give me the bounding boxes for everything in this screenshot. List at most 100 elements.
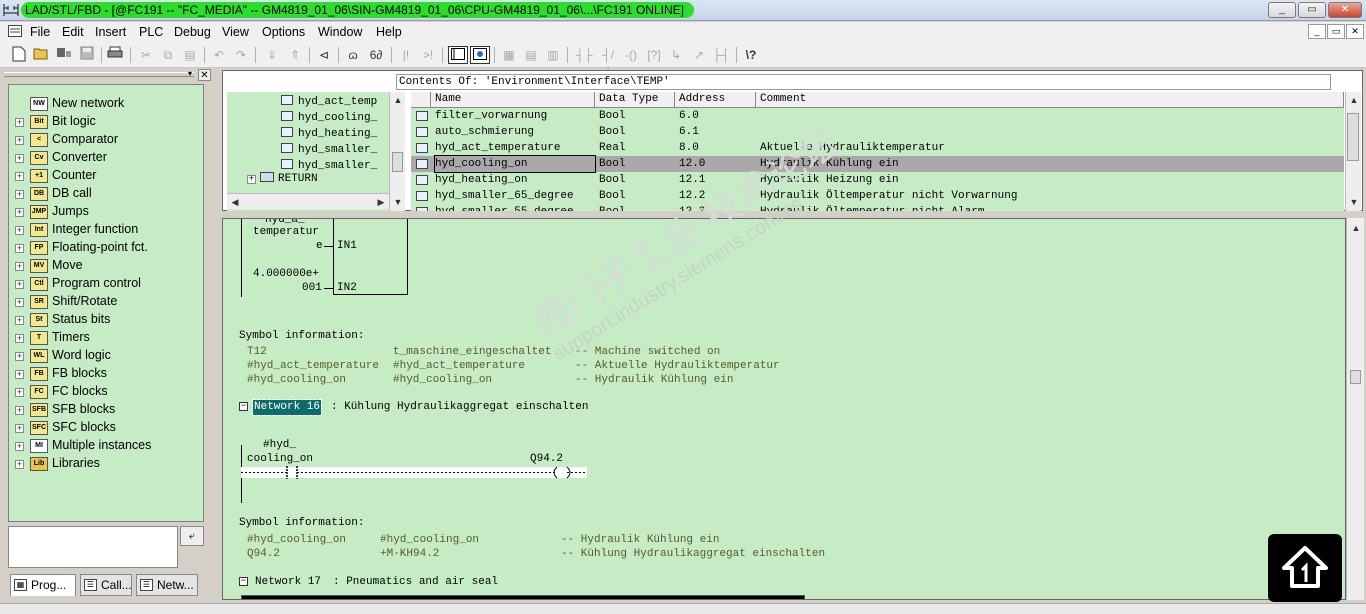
monitor-icon[interactable]: 6∂ — [366, 46, 386, 64]
empty-box-icon[interactable]: [?] — [644, 46, 664, 64]
cell-name[interactable]: filter_vorwarnung — [435, 108, 547, 124]
table-row[interactable]: hyd_smaller_55_degreeBool12.3Hydraulik Ö… — [411, 204, 1344, 211]
tree-item[interactable]: hyd_act_temp — [281, 94, 377, 110]
table-row[interactable]: filter_vorwarnung Bool 6.0 — [411, 108, 1344, 124]
column-header-comment[interactable]: Comment — [756, 92, 1344, 108]
download-icon[interactable]: ⇓ — [262, 46, 282, 64]
minimize-button[interactable]: _ — [1268, 2, 1296, 18]
menu-debug[interactable]: Debug — [174, 24, 211, 40]
cell-type[interactable]: Bool — [599, 156, 625, 172]
cell-address[interactable]: 6.0 — [679, 108, 699, 124]
expand-icon[interactable]: + — [15, 334, 24, 343]
scroll-up-icon[interactable]: ▲ — [390, 92, 406, 108]
coil-icon[interactable]: -() — [621, 46, 641, 64]
scroll-down-icon[interactable]: ▼ — [1346, 194, 1362, 210]
catalog-item[interactable]: + Cv Converter — [13, 149, 201, 167]
catalog-item[interactable]: + FB FB blocks — [13, 365, 201, 383]
cell-type[interactable]: Bool — [599, 124, 625, 140]
expand-icon[interactable]: + — [15, 172, 24, 181]
scroll-right-icon[interactable]: ▶ — [373, 194, 389, 210]
menu-insert[interactable]: Insert — [95, 24, 126, 40]
overview-icon[interactable] — [448, 46, 468, 64]
program-elements-icon[interactable] — [470, 46, 490, 64]
expand-icon[interactable]: + — [15, 352, 24, 361]
scroll-thumb[interactable] — [1350, 370, 1361, 384]
help-icon[interactable]: \? — [741, 46, 761, 64]
column-header-data-type[interactable]: Data Type — [595, 92, 675, 108]
menu-options[interactable]: Options — [262, 24, 305, 40]
expand-icon[interactable]: + — [15, 280, 24, 289]
open-icon[interactable] — [31, 46, 51, 64]
menu-view[interactable]: View — [222, 24, 249, 40]
open-branch-down-icon[interactable]: ↳ — [666, 46, 686, 64]
cell-type[interactable]: Bool — [599, 108, 625, 124]
table-row[interactable]: hyd_smaller_65_degree Bool 12.2 Hydraulik Ö… — [411, 188, 1344, 204]
cell-name[interactable]: hyd_smaller_65_degree — [435, 188, 574, 204]
expand-icon[interactable]: + — [15, 388, 24, 397]
panel-close-icon[interactable]: ✕ — [198, 69, 211, 81]
catalog-item[interactable]: + Bit Bit logic — [13, 113, 201, 131]
maximize-button[interactable]: ▭ — [1298, 2, 1326, 18]
table-row[interactable]: hyd_heating_on Bool 12.1 Hydraulik Heizung … — [411, 172, 1344, 188]
cell-name[interactable]: hyd_act_temperature — [435, 140, 560, 156]
catalog-item[interactable]: NW New network — [13, 95, 201, 113]
expand-icon[interactable]: + — [15, 316, 24, 325]
catalog-item[interactable]: + < Comparator — [13, 131, 201, 149]
panel-grip[interactable] — [4, 72, 194, 77]
catalog-item[interactable]: + SFC SFC blocks — [13, 419, 201, 437]
network-17-label[interactable]: Network 17 — [255, 576, 321, 589]
tree-horizontal-scrollbar[interactable]: ◀ ▶ — [227, 193, 389, 209]
scroll-up-icon[interactable]: ▲ — [1348, 220, 1364, 236]
catalog-item[interactable]: + MI Multiple instances — [13, 437, 201, 455]
cell-name[interactable]: hyd_cooling_on — [434, 155, 596, 173]
cell-type[interactable]: Bool — [599, 188, 625, 204]
expand-icon[interactable]: + — [15, 442, 24, 451]
column-header-address[interactable]: Address — [675, 92, 756, 108]
expand-icon[interactable]: + — [15, 424, 24, 433]
collapse-network-17-icon[interactable]: − — [239, 577, 248, 586]
accessible-nodes-icon[interactable] — [54, 46, 74, 64]
expand-icon[interactable]: + — [15, 262, 24, 271]
expand-icon[interactable]: + — [15, 298, 24, 307]
connection-icon[interactable]: ├┤ — [711, 46, 731, 64]
tree-vertical-scrollbar[interactable]: ▲ ▼ — [389, 92, 405, 211]
expand-icon[interactable]: + — [15, 226, 24, 235]
catalog-item[interactable]: + T Timers — [13, 329, 201, 347]
upload-icon[interactable]: ⇑ — [285, 46, 305, 64]
code-vertical-scrollbar[interactable]: ▲ — [1346, 218, 1364, 600]
catalog-item[interactable]: + WL Word logic — [13, 347, 201, 365]
cell-address[interactable]: 12.0 — [679, 156, 705, 172]
catalog-item[interactable]: + JMP Jumps — [13, 203, 201, 221]
open-branch-icon[interactable]: ▥ — [543, 46, 563, 64]
expand-icon[interactable]: + — [15, 136, 24, 145]
catalog-item[interactable]: + St Status bits — [13, 311, 201, 329]
code-editor[interactable]: hyd_a_ temperatur e IN1 4.000000e+ 001 I… — [222, 218, 1346, 600]
tab-call-structure[interactable]: ☰ Call... — [80, 574, 132, 596]
catalog-item[interactable]: + FC FC blocks — [13, 383, 201, 401]
redo-icon[interactable]: ↷ — [231, 46, 251, 64]
catalog-item[interactable]: + SFB SFB blocks — [13, 401, 201, 419]
expand-icon[interactable]: + — [15, 118, 24, 127]
expand-icon[interactable]: + — [15, 406, 24, 415]
catalog-item[interactable]: + Int Integer function — [13, 221, 201, 239]
catalog-item[interactable]: + FP Floating-point fct. — [13, 239, 201, 257]
insert-branch-icon[interactable]: ▤ — [521, 46, 541, 64]
table-row[interactable]: hyd_act_temperature Real 8.0 Aktuelle Hydra… — [411, 140, 1344, 156]
mdi-close-button[interactable]: ✕ — [1346, 24, 1364, 39]
tree-item[interactable]: hyd_heating_ — [281, 126, 377, 142]
tree-item[interactable]: hyd_smaller_ — [281, 142, 377, 158]
undo-icon[interactable]: ↶ — [209, 46, 229, 64]
contact-no-icon[interactable]: ┤├ — [574, 46, 594, 64]
catalog-item[interactable]: + Ctl Program control — [13, 275, 201, 293]
catalog-item[interactable]: + DB DB call — [13, 185, 201, 203]
collapse-network-16-icon[interactable]: − — [239, 402, 248, 411]
expand-icon[interactable]: + — [15, 460, 24, 469]
save-icon[interactable] — [77, 46, 97, 64]
catalog-item[interactable]: + SR Shift/Rotate — [13, 293, 201, 311]
table-row[interactable]: hyd_cooling_on Bool 12.0 Hydraulik Kühlung … — [411, 155, 1344, 173]
table-row[interactable]: auto_schmierung Bool 6.1 — [411, 124, 1344, 140]
insert-network-icon[interactable]: ▦ — [499, 46, 519, 64]
scroll-up-icon[interactable]: ▲ — [1346, 92, 1362, 108]
expand-icon[interactable]: + — [15, 208, 24, 217]
cell-name[interactable]: auto_schmierung — [435, 124, 534, 140]
